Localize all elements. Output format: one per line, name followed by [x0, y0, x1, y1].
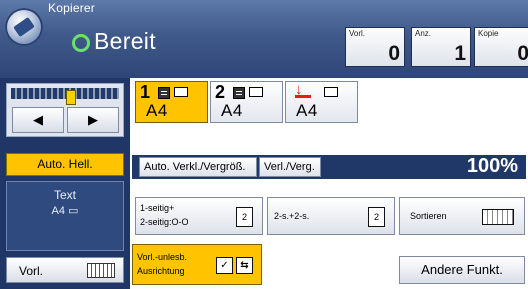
sort-label: Sortieren — [410, 211, 447, 221]
copies-counter-value: 0 — [517, 42, 528, 65]
duplex-2-to-2-button[interactable]: 2-s.+2-s. 2 — [267, 197, 395, 235]
orientation-landscape-icon: ⇆ — [236, 257, 253, 274]
quantity-counter: Anz. 1 — [411, 27, 471, 67]
bypass-tray-button[interactable]: ↓ A4 — [285, 81, 358, 123]
duplex-1-line1: 1-seitig+ — [140, 203, 175, 213]
paper-orientation-icon — [324, 87, 338, 97]
duplex-page-icon: 2 — [368, 207, 385, 227]
orientation-line2: Ausrichtung — [137, 266, 185, 276]
original-type-label: Text — [53, 188, 76, 202]
density-scale — [11, 88, 119, 105]
original-settings-button[interactable]: Vorl. — [6, 257, 124, 283]
density-control: ◀ ▶ — [6, 83, 124, 137]
header-bar: Kopierer Bereit Vorl. 0 Anz. 1 Kopie 0 — [0, 0, 528, 78]
original-size-label: A4 ▭ — [51, 205, 79, 217]
original-settings-label: Vorl. — [19, 264, 44, 278]
sort-icon — [482, 209, 514, 225]
duplex-2-label: 2-s.+2-s. — [274, 211, 310, 221]
copies-counter-label: Kopie — [478, 29, 499, 38]
originals-counter-value: 0 — [388, 42, 400, 65]
other-functions-button[interactable]: Andere Funkt. — [399, 256, 525, 284]
status-ready-icon — [72, 34, 90, 52]
quantity-counter-value: 1 — [454, 42, 466, 65]
density-marker — [66, 90, 76, 105]
copier-screen: Kopierer Bereit Vorl. 0 Anz. 1 Kopie 0 ◀… — [0, 0, 528, 289]
original-feed-icon — [87, 263, 115, 278]
tray-number: 1 — [140, 82, 151, 102]
main-settings-area: 1 A4 2 A4 ↓ A4 Auto. Verkl./Vergröß. Ver… — [130, 78, 528, 289]
duplex-1-to-2-button[interactable]: 1-seitig+ 2-seitig:O-O 2 — [135, 197, 263, 235]
orientation-line1: Vorl.-unlesb. — [137, 252, 188, 262]
tray-number: 2 — [215, 82, 226, 102]
sort-button[interactable]: Sortieren — [399, 197, 525, 235]
paper-orientation-icon — [174, 87, 188, 97]
paper-orientation-icon — [249, 87, 263, 97]
originals-counter-label: Vorl. — [349, 29, 366, 38]
duplex-1-line2: 2-seitig:O-O — [140, 217, 189, 227]
tray-paper-size: A4 — [221, 101, 243, 120]
original-type-button[interactable]: Text A4 ▭ — [6, 181, 124, 251]
duplex-page-icon: 2 — [236, 207, 253, 227]
bypass-tray-icon — [295, 95, 311, 98]
quantity-counter-label: Anz. — [415, 29, 432, 38]
original-orientation-button[interactable]: Vorl.-unlesb. Ausrichtung ✓ ⇆ — [132, 244, 262, 285]
density-panel: ◀ ▶ Auto. Hell. Text A4 ▭ Vorl. — [0, 78, 130, 289]
copies-counter: Kopie 0 — [474, 27, 528, 67]
paper-stack-icon — [233, 87, 245, 99]
tray-paper-size: A4 — [146, 101, 168, 120]
orientation-portrait-icon: ✓ — [216, 257, 233, 274]
originals-counter: Vorl. 0 — [345, 27, 405, 67]
paper-stack-icon — [158, 87, 170, 99]
tray-paper-size: A4 — [296, 101, 318, 120]
ratio-value: 100% — [466, 155, 518, 177]
status-text: Bereit — [94, 28, 156, 54]
density-lighter-button[interactable]: ◀ — [12, 107, 64, 133]
auto-reduce-enlarge-button[interactable]: Auto. Verkl./Vergröß. — [139, 157, 257, 177]
copier-app-icon — [5, 8, 43, 46]
reduce-enlarge-button[interactable]: Verl./Verg. — [259, 157, 321, 177]
density-darker-button[interactable]: ▶ — [67, 107, 119, 133]
reproduction-ratio-strip: Auto. Verkl./Vergröß. Verl./Verg. 100% — [132, 155, 526, 179]
tray-2-button[interactable]: 2 A4 — [210, 81, 283, 123]
auto-density-button[interactable]: Auto. Hell. — [6, 153, 124, 176]
app-label: Kopierer — [48, 1, 95, 15]
tray-1-button[interactable]: 1 A4 — [135, 81, 208, 123]
